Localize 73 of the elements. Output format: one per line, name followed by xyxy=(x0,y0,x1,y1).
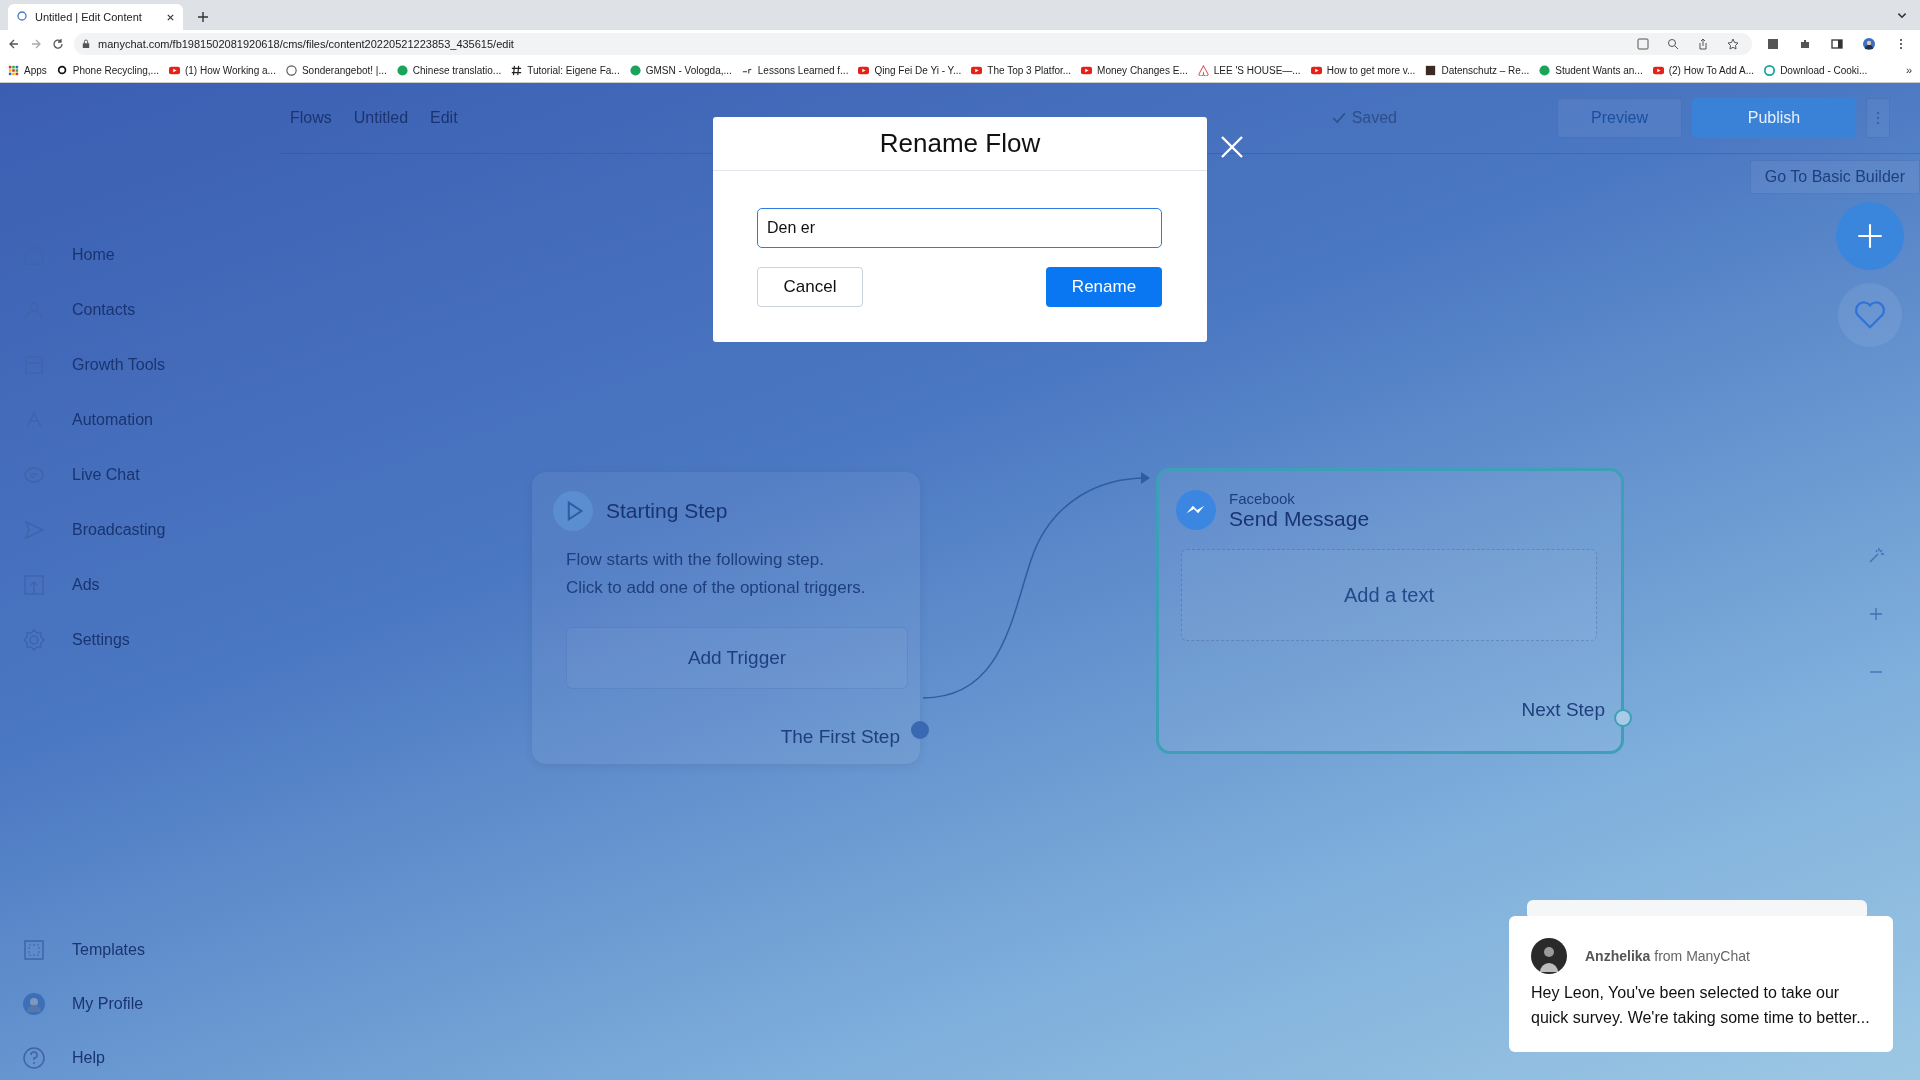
play-icon xyxy=(971,64,983,76)
templates-icon xyxy=(22,938,46,962)
lock-icon xyxy=(82,39,90,49)
reload-icon[interactable] xyxy=(52,38,64,50)
star-icon[interactable] xyxy=(1727,38,1739,50)
bookmark[interactable]: (1) How Working a... xyxy=(168,64,276,76)
node-title: Send Message xyxy=(1229,506,1370,531)
bookmark[interactable]: (2) How To Add A... xyxy=(1652,64,1755,76)
node-description: Flow starts with the following step. Click to add one of the optional triggers. xyxy=(566,549,867,599)
rename-button[interactable]: Rename xyxy=(1046,267,1162,307)
play-icon xyxy=(168,64,180,76)
bookmark[interactable]: GMSN - Vologda,... xyxy=(629,64,732,76)
bookmark[interactable]: Money Changes E... xyxy=(1081,64,1188,76)
bookmark[interactable]: Lessons Learned f... xyxy=(741,64,849,76)
bookmark[interactable]: How to get more v... xyxy=(1310,64,1416,76)
circle-icon xyxy=(285,64,297,76)
output-label: The First Step xyxy=(780,726,900,748)
bookmark[interactable]: Download - Cooki... xyxy=(1764,64,1868,76)
avatar-icon[interactable] xyxy=(1863,38,1875,50)
play-icon xyxy=(858,64,870,76)
heart-icon xyxy=(1853,300,1887,330)
bookmark[interactable]: The Top 3 Platfor... xyxy=(971,64,1072,76)
ring-icon xyxy=(56,64,68,76)
circle-icon xyxy=(629,64,641,76)
share-icon[interactable] xyxy=(1697,38,1709,50)
more-bookmarks-button[interactable]: » xyxy=(1905,64,1912,76)
sidebar-item[interactable]: My Profile xyxy=(72,995,144,1013)
airbnb-icon xyxy=(1197,64,1209,76)
bookmark[interactable]: LEE 'S HOUSE—... xyxy=(1197,64,1301,76)
dialog-title: Rename Flow xyxy=(713,117,1207,171)
circle-icon xyxy=(1764,64,1776,76)
sidebar-item[interactable]: Help xyxy=(72,1049,105,1067)
sidebar-icon[interactable] xyxy=(1831,38,1843,50)
chat-message: Hey Leon, You've been selected to take our quick survey. We're taking some time to better... xyxy=(1531,983,1871,1028)
message-node-card[interactable]: Facebook Send Message Add a text Next Step xyxy=(1156,468,1624,754)
tab-title: Untitled | Edit Content xyxy=(35,11,143,23)
address-bar[interactable]: manychat.com/fb1981502081920618/cms/files/content20220521223853_435615/edit xyxy=(74,33,1752,55)
hash-icon xyxy=(511,64,523,76)
back-icon[interactable] xyxy=(8,38,20,50)
bookmark[interactable]: Chinese translatio... xyxy=(396,64,502,76)
bookmark[interactable]: Apps xyxy=(8,64,47,76)
bookmark[interactable]: Qing Fei De Yi - Y... xyxy=(858,64,962,76)
avatar-icon xyxy=(22,992,46,1016)
check-icon xyxy=(1331,111,1346,125)
grid-icon xyxy=(8,64,19,76)
bookmark[interactable]: Datenschutz – Re... xyxy=(1425,64,1530,76)
bookmark[interactable]: Tutorial: Eigene Fa... xyxy=(511,64,620,76)
output-label: Next Step xyxy=(1521,699,1605,721)
channel-label: Facebook xyxy=(1229,489,1296,507)
play-icon xyxy=(1081,64,1093,76)
new-tab-icon[interactable] xyxy=(197,11,209,23)
bookmark[interactable]: Sonderangebot! |... xyxy=(285,64,387,76)
zoom-icon[interactable] xyxy=(1667,38,1679,50)
help-icon xyxy=(22,1046,46,1070)
sender-label: Anzhelika from ManyChat xyxy=(1585,948,1750,964)
plus-icon xyxy=(1857,223,1883,249)
play-icon xyxy=(1652,64,1664,76)
name-input-field[interactable]: Den er xyxy=(757,208,1162,248)
close-icon[interactable] xyxy=(166,12,175,22)
browser-tab[interactable]: Untitled | Edit Content xyxy=(8,4,183,30)
play-icon xyxy=(1310,64,1322,76)
bookmark[interactable]: Phone Recycling,... xyxy=(56,64,159,76)
sidebar-item[interactable]: Templates xyxy=(72,941,145,959)
cancel-button[interactable]: Cancel xyxy=(757,267,863,307)
node-title: Starting Step xyxy=(606,499,728,523)
square-icon xyxy=(1425,64,1437,76)
circle-icon xyxy=(1539,64,1551,76)
play-icon xyxy=(552,490,594,532)
translate-icon[interactable] xyxy=(1637,38,1649,50)
bookmark[interactable]: Student Wants an... xyxy=(1539,64,1643,76)
circle-icon xyxy=(396,64,408,76)
messenger-icon xyxy=(1175,489,1217,531)
avatar-icon xyxy=(1531,938,1567,974)
